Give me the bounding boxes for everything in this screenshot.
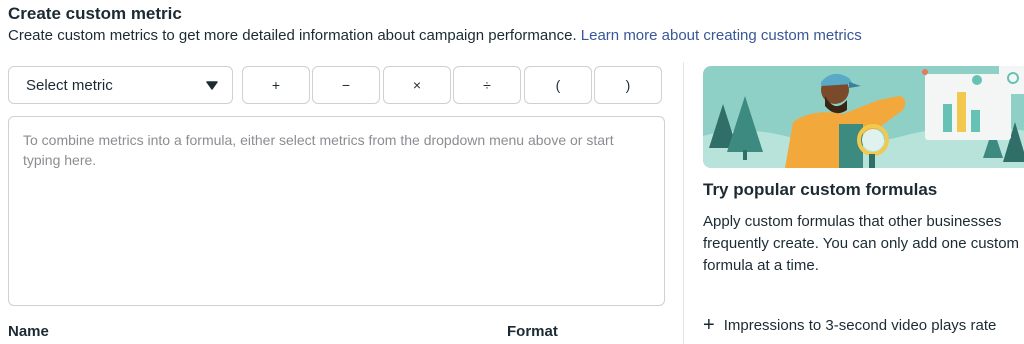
plus-operator-button[interactable]: + (242, 66, 310, 104)
minus-operator-button[interactable]: − (312, 66, 380, 104)
metric-select-label: Select metric (26, 76, 113, 94)
page-title: Create custom metric (8, 4, 182, 23)
format-column-header: Format (507, 323, 558, 340)
metric-select[interactable]: Select metric (8, 66, 233, 104)
plus-icon: + (703, 314, 715, 336)
formula-input[interactable]: To combine metrics into a formula, eithe… (8, 116, 665, 306)
close-paren-button[interactable]: ) (594, 66, 662, 104)
divide-operator-button[interactable]: ÷ (453, 66, 521, 104)
caret-down-icon (206, 81, 218, 90)
page-subtitle: Create custom metrics to get more detail… (8, 27, 862, 44)
learn-more-link[interactable]: Learn more about creating custom metrics (581, 27, 862, 44)
suggested-formula-item[interactable]: + Impressions to 3-second video plays ra… (703, 314, 997, 336)
popular-formulas-title: Try popular custom formulas (703, 180, 938, 199)
multiply-operator-button[interactable]: × (383, 66, 451, 104)
subtitle-text: Create custom metrics to get more detail… (8, 27, 577, 44)
open-paren-button[interactable]: ( (524, 66, 592, 104)
name-column-header: Name (8, 323, 49, 340)
illustration-graphic (703, 66, 1024, 168)
popular-formulas-description: Apply custom formulas that other busines… (703, 213, 1020, 274)
panel-divider (683, 62, 684, 344)
custom-formulas-illustration (703, 66, 1024, 168)
suggested-formula-label: Impressions to 3-second video plays rate (723, 316, 997, 334)
